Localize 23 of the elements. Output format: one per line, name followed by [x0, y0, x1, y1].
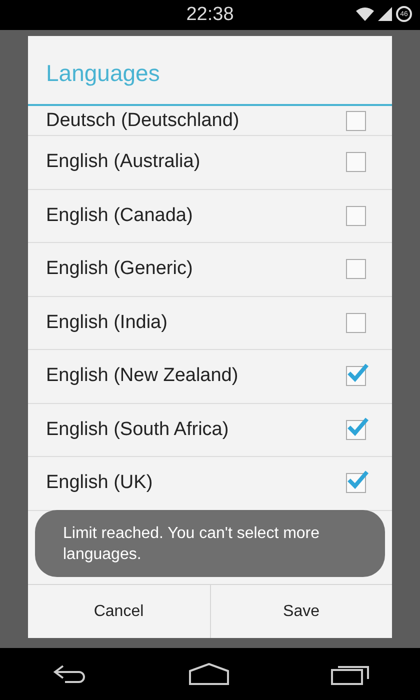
checkbox[interactable] — [346, 110, 366, 130]
checkbox[interactable] — [346, 259, 366, 280]
home-icon[interactable] — [189, 663, 229, 685]
signal-icon — [378, 7, 392, 21]
dialog-title: Languages — [28, 36, 392, 106]
recent-apps-icon[interactable] — [331, 663, 369, 685]
back-icon[interactable] — [51, 664, 87, 684]
language-item[interactable]: English (South Africa) — [28, 404, 392, 457]
language-item[interactable]: English (India) — [28, 296, 392, 350]
checkbox[interactable] — [346, 206, 366, 226]
wifi-icon — [356, 7, 374, 21]
language-item[interactable]: English (New Zealand) — [28, 350, 392, 404]
language-item[interactable]: English (Canada) — [28, 190, 392, 243]
language-item[interactable]: English (Australia) — [28, 136, 392, 190]
checkbox[interactable] — [346, 420, 366, 440]
checkbox[interactable] — [346, 366, 366, 386]
checkbox[interactable] — [346, 152, 366, 172]
limit-toast: Limit reached. You can't select more languages. — [35, 510, 385, 577]
checkbox[interactable] — [346, 312, 366, 333]
language-item[interactable]: Deutsch (Deutschland) — [28, 106, 392, 136]
clock: 22:38 — [186, 4, 234, 26]
checkbox[interactable] — [346, 473, 366, 494]
language-item[interactable]: English (Generic) — [28, 243, 392, 296]
